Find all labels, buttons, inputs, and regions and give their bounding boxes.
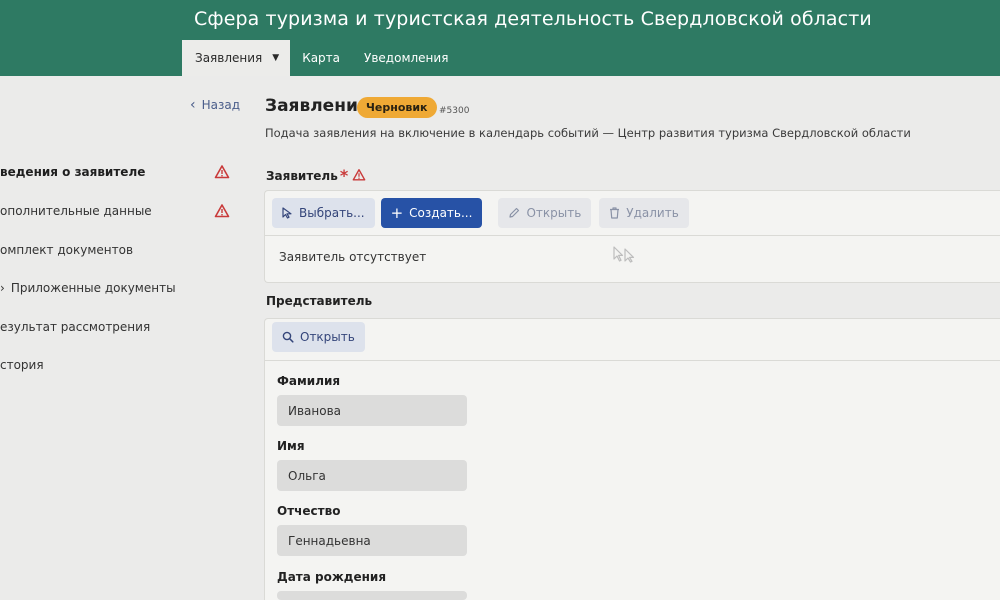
sidebar-item-label: › Приложенные документы	[0, 281, 176, 295]
firstname-label: Имя	[277, 439, 305, 453]
sidebar-item-documents-set[interactable]: омплект документов	[0, 239, 230, 261]
document-number: #5300	[439, 106, 470, 116]
cursor-pointer-icon	[282, 207, 293, 219]
sidebar-item-additional-data[interactable]: ополнительные данные	[0, 200, 230, 222]
chevron-right-icon: ›	[0, 281, 5, 295]
sidebar-item-label: ополнительные данные	[0, 204, 152, 218]
open-applicant-label: Открыть	[526, 206, 582, 220]
app-title: Сфера туризма и туристская деятельность …	[194, 8, 872, 30]
search-icon	[282, 331, 294, 343]
sidebar-item-attached-documents[interactable]: › Приложенные документы	[0, 277, 230, 299]
open-representative-button[interactable]: Открыть	[272, 322, 365, 352]
status-badge: Черновик	[357, 97, 437, 118]
sidebar-item-applicant-info[interactable]: ведения о заявителе	[0, 161, 230, 183]
open-representative-label: Открыть	[300, 330, 355, 344]
plus-icon: +	[390, 204, 404, 222]
firstname-field[interactable]: Ольга	[277, 460, 467, 491]
nav-item-label: Заявления	[195, 51, 263, 65]
trash-icon	[609, 207, 620, 219]
required-asterisk-icon: *	[339, 166, 349, 185]
nav-item-label: Карта	[302, 51, 341, 65]
back-link[interactable]: ‹ Назад	[190, 97, 240, 113]
applicant-toolbar: Выбрать... + Создать... Открыть Удалить	[272, 198, 689, 228]
representative-toolbar: Открыть	[272, 322, 365, 352]
create-applicant-button[interactable]: + Создать...	[380, 198, 483, 228]
sidebar-item-label: стория	[0, 358, 44, 372]
sidebar-item-review-result[interactable]: езультат рассмотрения	[0, 316, 230, 338]
patronymic-label: Отчество	[277, 504, 341, 518]
delete-applicant-button[interactable]: Удалить	[599, 198, 689, 228]
sidebar-item-label: омплект документов	[0, 243, 134, 257]
warning-icon	[352, 168, 368, 184]
select-applicant-button[interactable]: Выбрать...	[272, 198, 375, 228]
card-divider	[265, 235, 1000, 236]
card-divider	[265, 360, 1000, 361]
top-header: Сфера туризма и туристская деятельность …	[0, 0, 1000, 76]
birthdate-field[interactable]	[277, 591, 467, 600]
main-nav: Заявления ▼ Карта Уведомления	[182, 40, 460, 76]
sidebar-item-label: езультат рассмотрения	[0, 320, 151, 334]
nav-item-label: Уведомления	[364, 51, 449, 65]
nav-item-applications[interactable]: Заявления ▼	[182, 40, 291, 76]
sidebar-item-history[interactable]: стория	[0, 354, 230, 376]
applicant-label: Заявитель	[266, 169, 338, 183]
birthdate-label: Дата рождения	[277, 570, 387, 584]
lastname-field[interactable]: Иванова	[277, 395, 467, 426]
patronymic-field[interactable]: Геннадьевна	[277, 525, 467, 556]
nav-item-notifications[interactable]: Уведомления	[352, 40, 460, 76]
warning-icon	[214, 164, 230, 180]
representative-section-label: Представитель	[266, 294, 373, 308]
delete-applicant-label: Удалить	[626, 206, 679, 220]
chevron-left-icon: ‹	[190, 97, 196, 113]
back-label: Назад	[201, 98, 241, 112]
lastname-label: Фамилия	[277, 374, 341, 388]
applicant-empty-text: Заявитель отсутствует	[279, 250, 427, 264]
warning-icon	[214, 203, 230, 219]
create-applicant-label: Создать...	[409, 206, 473, 220]
applicant-section-label: Заявитель *	[266, 168, 368, 184]
pencil-icon	[508, 207, 520, 219]
mouse-cursor-icon	[612, 245, 638, 263]
page-title: Заявление	[265, 96, 370, 116]
open-applicant-button[interactable]: Открыть	[498, 198, 592, 228]
caret-down-icon[interactable]: ▼	[272, 53, 279, 63]
sidebar-item-label-text: Приложенные документы	[10, 281, 176, 295]
page-subtitle: Подача заявления на включение в календар…	[265, 126, 911, 140]
sidebar-item-label: ведения о заявителе	[0, 165, 146, 179]
select-applicant-label: Выбрать...	[299, 206, 365, 220]
nav-item-map[interactable]: Карта	[290, 40, 352, 76]
